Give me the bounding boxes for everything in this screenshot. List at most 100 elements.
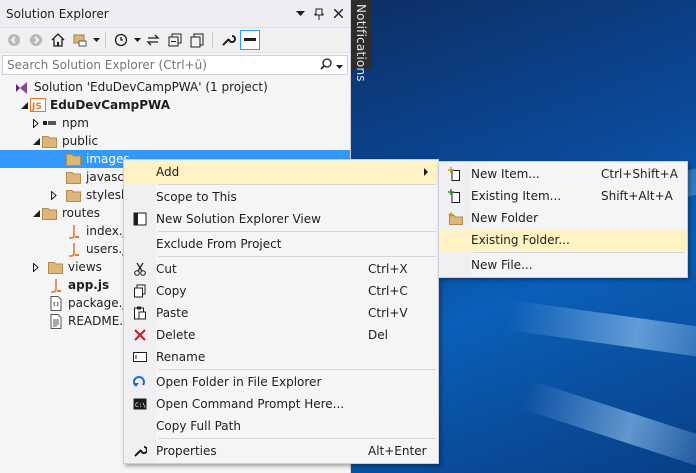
chevron-down-icon[interactable] bbox=[92, 30, 100, 50]
menu-item-add[interactable]: Add bbox=[124, 161, 438, 183]
tree-item-label: app.js bbox=[68, 278, 110, 292]
rename-icon bbox=[124, 346, 156, 368]
menu-item-label: Add bbox=[156, 165, 180, 179]
menu-item-paste[interactable]: Paste Ctrl+V bbox=[124, 302, 438, 324]
menu-item-shortcut: Ctrl+C bbox=[368, 284, 408, 298]
tree-item-label: views bbox=[68, 260, 102, 274]
collapsed-arrow-icon[interactable] bbox=[48, 189, 60, 201]
close-icon[interactable] bbox=[330, 6, 346, 22]
tree-item-npm[interactable]: npm bbox=[0, 114, 350, 132]
expanded-arrow-icon[interactable] bbox=[30, 207, 42, 219]
collapsed-arrow-icon[interactable] bbox=[30, 261, 42, 273]
menu-item-label: Rename bbox=[156, 350, 206, 364]
sync-icon[interactable] bbox=[143, 30, 163, 50]
tree-item-public[interactable]: public bbox=[0, 132, 350, 150]
menu-item-new-solution-explorer-view[interactable]: New Solution Explorer View bbox=[124, 208, 438, 230]
new-item-icon bbox=[439, 163, 471, 185]
tree-item-label: npm bbox=[62, 116, 89, 130]
menu-separator bbox=[158, 184, 436, 185]
svg-text:JS: JS bbox=[31, 102, 42, 112]
menu-item-new-file[interactable]: New File... bbox=[439, 254, 687, 276]
menu-item-label: New File... bbox=[471, 258, 533, 272]
wrench-icon bbox=[124, 440, 156, 462]
menu-item-label: Properties bbox=[156, 444, 217, 458]
menu-item-label: Cut bbox=[156, 262, 177, 276]
menu-item-exclude-from-project[interactable]: Exclude From Project bbox=[124, 233, 438, 255]
menu-separator bbox=[158, 438, 436, 439]
notifications-label: Notifications bbox=[354, 4, 368, 82]
search-box[interactable] bbox=[2, 55, 348, 75]
menu-item-shortcut: Ctrl+Shift+A bbox=[601, 167, 678, 181]
folder-icon bbox=[66, 169, 82, 185]
toolbar-separator bbox=[105, 32, 106, 48]
collapse-all-icon[interactable] bbox=[165, 30, 185, 50]
back-icon[interactable] bbox=[4, 30, 24, 50]
menu-item-copy[interactable]: Copy Ctrl+C bbox=[124, 280, 438, 302]
tree-item-project[interactable]: JS EduDevCampPWA bbox=[0, 96, 350, 114]
pending-changes-icon[interactable] bbox=[111, 30, 131, 50]
menu-separator bbox=[158, 256, 436, 257]
menu-item-new-item[interactable]: New Item... Ctrl+Shift+A bbox=[439, 163, 687, 185]
dropdown-arrow-icon[interactable] bbox=[292, 6, 308, 22]
preview-selected-items-icon[interactable] bbox=[240, 30, 260, 50]
expanded-arrow-icon[interactable] bbox=[30, 135, 42, 147]
submenu-arrow-icon bbox=[424, 168, 428, 176]
properties-wrench-icon[interactable] bbox=[218, 30, 238, 50]
menu-item-existing-folder[interactable]: Existing Folder... bbox=[439, 229, 687, 251]
expanded-arrow-icon[interactable] bbox=[18, 99, 30, 111]
tree-item-label: routes bbox=[62, 206, 100, 220]
menu-item-shortcut: Ctrl+X bbox=[368, 262, 408, 276]
menu-icon-blank bbox=[439, 229, 471, 251]
menu-item-open-folder-in-file-explorer[interactable]: Open Folder in File Explorer bbox=[124, 371, 438, 393]
menu-item-properties[interactable]: Properties Alt+Enter bbox=[124, 440, 438, 462]
npm-icon bbox=[42, 115, 58, 131]
menu-item-label: Copy Full Path bbox=[156, 419, 241, 433]
js-file-icon bbox=[48, 277, 64, 293]
show-all-files-icon[interactable] bbox=[187, 30, 207, 50]
menu-item-label: Delete bbox=[156, 328, 196, 342]
pin-icon[interactable] bbox=[311, 6, 327, 22]
menu-item-label: Paste bbox=[156, 306, 189, 320]
menu-item-new-folder[interactable]: New Folder bbox=[439, 207, 687, 229]
folder-icon bbox=[66, 151, 82, 167]
notifications-tab[interactable]: Notifications bbox=[350, 0, 372, 82]
folder-open-icon bbox=[42, 205, 58, 221]
menu-icon-blank bbox=[124, 233, 156, 255]
menu-icon-blank bbox=[124, 415, 156, 437]
chevron-down-icon[interactable] bbox=[336, 58, 343, 72]
menu-separator bbox=[473, 252, 685, 253]
menu-item-open-command-prompt[interactable]: C:\ Open Command Prompt Here... bbox=[124, 393, 438, 415]
menu-item-label: New Folder bbox=[471, 211, 539, 225]
menu-item-label: Scope to This bbox=[156, 190, 237, 204]
js-file-icon bbox=[66, 223, 82, 239]
wallpaper-light-beam bbox=[505, 300, 696, 366]
menu-item-cut[interactable]: Cut Ctrl+X bbox=[124, 258, 438, 280]
menu-item-delete[interactable]: Delete Del bbox=[124, 324, 438, 346]
menu-item-label: Open Folder in File Explorer bbox=[156, 375, 322, 389]
menu-item-label: Existing Folder... bbox=[471, 233, 570, 247]
tree-item-label: public bbox=[62, 134, 99, 148]
tree-item-label: EduDevCampPWA bbox=[50, 98, 171, 112]
switch-views-icon[interactable] bbox=[70, 30, 90, 50]
search-input[interactable] bbox=[7, 58, 320, 72]
menu-item-existing-item[interactable]: Existing Item... Shift+Alt+A bbox=[439, 185, 687, 207]
home-icon[interactable] bbox=[48, 30, 68, 50]
menu-item-copy-full-path[interactable]: Copy Full Path bbox=[124, 415, 438, 437]
menu-item-label: New Item... bbox=[471, 167, 540, 181]
menu-item-label: New Solution Explorer View bbox=[156, 212, 321, 226]
tree-item-solution[interactable]: Solution 'EduDevCampPWA' (1 project) bbox=[0, 78, 350, 96]
menu-item-shortcut: Shift+Alt+A bbox=[601, 189, 673, 203]
tree-item-label: Solution 'EduDevCampPWA' (1 project) bbox=[34, 80, 268, 94]
collapsed-arrow-icon[interactable] bbox=[30, 117, 42, 129]
menu-item-label: Open Command Prompt Here... bbox=[156, 397, 345, 411]
panel-title: Solution Explorer bbox=[6, 6, 109, 21]
menu-item-rename[interactable]: Rename bbox=[124, 346, 438, 368]
forward-icon[interactable] bbox=[26, 30, 46, 50]
search-icon[interactable] bbox=[320, 57, 332, 73]
menu-item-shortcut: Alt+Enter bbox=[368, 444, 427, 458]
chevron-down-icon[interactable] bbox=[133, 30, 141, 50]
wallpaper-light-beam bbox=[520, 380, 696, 473]
menu-item-label: Copy bbox=[156, 284, 187, 298]
toolbar-separator bbox=[212, 32, 213, 48]
menu-item-scope-to-this[interactable]: Scope to This bbox=[124, 186, 438, 208]
